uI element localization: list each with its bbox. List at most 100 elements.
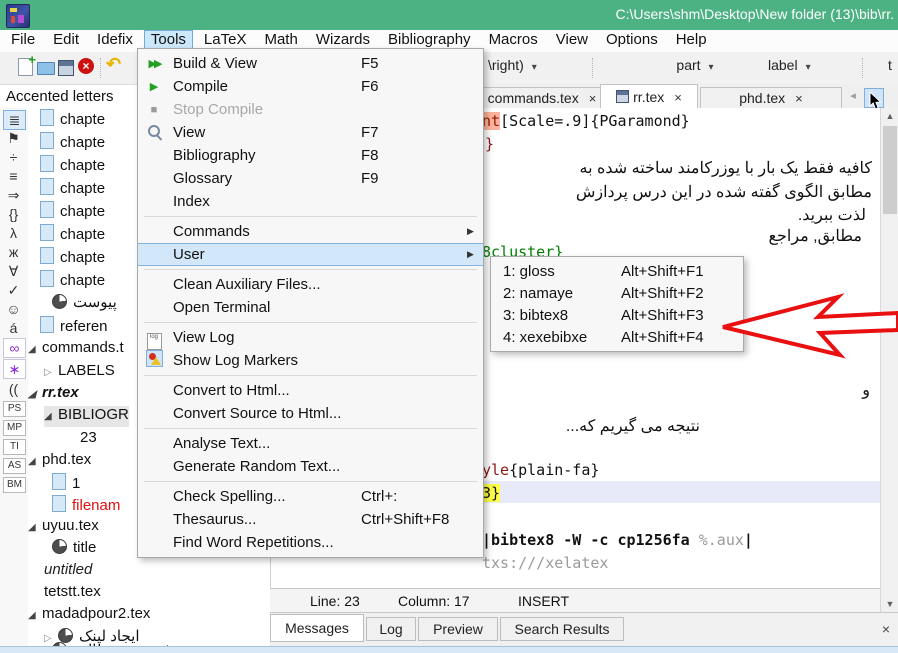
- bm-panel-icon[interactable]: BM: [3, 477, 26, 493]
- menu-math[interactable]: Math: [257, 30, 304, 49]
- expander-open-icon[interactable]: ◢: [28, 344, 42, 355]
- menu-macros[interactable]: Macros: [482, 30, 545, 49]
- arrow-symbol-icon[interactable]: ⇒: [3, 186, 24, 204]
- menu-latex[interactable]: LaTeX: [197, 30, 254, 49]
- tree-item-chapter[interactable]: chapte: [40, 155, 105, 176]
- close-icon[interactable]: ×: [674, 90, 682, 105]
- tree-item-chapter[interactable]: chapte: [40, 201, 105, 222]
- tab-rr-tex[interactable]: rr.tex×: [600, 84, 698, 109]
- tree-item-references[interactable]: referen: [40, 316, 108, 337]
- smiley-symbol-icon[interactable]: ☺: [3, 300, 24, 318]
- menu-item-glossary[interactable]: GlossaryF9: [138, 167, 483, 190]
- menu-item-compile[interactable]: ▶CompileF6: [138, 75, 483, 98]
- expander-open-icon[interactable]: ◢: [28, 522, 42, 533]
- tree-item-rr-tex[interactable]: ◢rr.tex: [28, 384, 79, 405]
- lines-symbol-icon[interactable]: ≡: [3, 167, 24, 185]
- tree-item-tetstt-tex[interactable]: tetstt.tex: [44, 583, 101, 604]
- structure-icon[interactable]: ≣: [3, 110, 26, 130]
- sectioning-combo[interactable]: part▾: [640, 57, 750, 79]
- asterisk-symbol-icon[interactable]: ∗: [3, 359, 26, 379]
- cyrillic-symbol-icon[interactable]: ж: [3, 243, 24, 261]
- tree-item-madadpour2-tex[interactable]: ◢madadpour2.tex: [28, 605, 150, 626]
- scroll-down-icon[interactable]: ▼: [881, 596, 898, 612]
- close-panel-icon[interactable]: ×: [882, 621, 890, 637]
- expander-open-icon[interactable]: ◢: [44, 411, 58, 422]
- expander-open-icon[interactable]: ◢: [28, 456, 42, 467]
- braces-symbol-icon[interactable]: {}: [3, 205, 24, 223]
- tree-item-filename[interactable]: filenam: [52, 495, 120, 516]
- menu-item-view[interactable]: ViewF7: [138, 121, 483, 144]
- tab-commands-tex[interactable]: commands.tex×: [482, 87, 602, 108]
- new-file-icon[interactable]: [18, 58, 33, 76]
- scroll-up-icon[interactable]: ▲: [881, 108, 898, 124]
- undo-icon[interactable]: ↶: [106, 54, 124, 72]
- menu-bibliography[interactable]: Bibliography: [381, 30, 478, 49]
- tree-item-chapter[interactable]: chapte: [40, 109, 105, 130]
- menu-wizards[interactable]: Wizards: [309, 30, 377, 49]
- menu-item-show-log-markers[interactable]: Show Log Markers: [138, 349, 483, 372]
- menu-item-clean-auxiliary[interactable]: Clean Auxiliary Files...: [138, 273, 483, 296]
- menu-options[interactable]: Options: [599, 30, 665, 49]
- math-delimiter-combo[interactable]: \right)▾: [488, 57, 580, 79]
- menu-view[interactable]: View: [549, 30, 595, 49]
- menu-item-user[interactable]: User▶: [138, 243, 483, 266]
- tree-item-bibliography[interactable]: ◢BIBLIOGR: [44, 406, 129, 427]
- mp-panel-icon[interactable]: MP: [3, 420, 26, 436]
- bottom-tab-preview[interactable]: Preview: [418, 617, 498, 641]
- tab-scroll-left-icon[interactable]: ◂: [844, 88, 862, 106]
- menu-item-generate-random-text[interactable]: Generate Random Text...: [138, 455, 483, 478]
- menu-item-analyse-text[interactable]: Analyse Text...: [138, 432, 483, 455]
- close-icon[interactable]: ×: [795, 91, 803, 106]
- menu-item-view-log[interactable]: logView Log: [138, 326, 483, 349]
- menu-item-convert-source-html[interactable]: Convert Source to Html...: [138, 402, 483, 425]
- tree-item-uyuu-tex[interactable]: ◢uyuu.tex: [28, 517, 99, 538]
- infinity-symbol-icon[interactable]: ∞: [3, 338, 26, 358]
- menu-item-open-terminal[interactable]: Open Terminal: [138, 296, 483, 319]
- menu-item-convert-html[interactable]: Convert to Html...: [138, 379, 483, 402]
- menu-item-find-word-repetitions[interactable]: Find Word Repetitions...: [138, 531, 483, 554]
- menu-item-thesaurus[interactable]: Thesaurus...Ctrl+Shift+F8: [138, 508, 483, 531]
- bookmark-icon[interactable]: ⚑: [3, 129, 24, 147]
- tree-item-chapter[interactable]: chapte: [40, 270, 105, 291]
- divide-symbol-icon[interactable]: ÷: [3, 148, 24, 166]
- tree-item-title[interactable]: title: [52, 539, 96, 560]
- menu-item-bibliography[interactable]: BibliographyF8: [138, 144, 483, 167]
- menu-edit[interactable]: Edit: [46, 30, 86, 49]
- check-symbol-icon[interactable]: ✓: [3, 281, 24, 299]
- menu-item-check-spelling[interactable]: Check Spelling...Ctrl+:: [138, 485, 483, 508]
- expander-closed-icon[interactable]: ▷: [44, 367, 58, 378]
- menu-item-commands[interactable]: Commands▶: [138, 220, 483, 243]
- label-combo[interactable]: label▾: [768, 57, 848, 79]
- tree-item-23[interactable]: 23: [80, 429, 97, 450]
- menu-item-build-view[interactable]: ▶▶Build & ViewF5: [138, 52, 483, 75]
- menu-item-index[interactable]: Index: [138, 190, 483, 213]
- close-icon[interactable]: ×: [589, 91, 597, 106]
- menu-idefix[interactable]: Idefix: [90, 30, 140, 49]
- as-panel-icon[interactable]: AS: [3, 458, 26, 474]
- tree-item-chapter[interactable]: chapte: [40, 247, 105, 268]
- menu-help[interactable]: Help: [669, 30, 714, 49]
- lambda-symbol-icon[interactable]: λ: [3, 224, 24, 242]
- bottom-tab-log[interactable]: Log: [366, 617, 416, 641]
- tab-phd-tex[interactable]: phd.tex×: [700, 87, 842, 108]
- tree-item-commands-tex[interactable]: ◢commands.t: [28, 339, 124, 360]
- open-file-icon[interactable]: [37, 62, 55, 75]
- truncated-combo[interactable]: t: [888, 57, 892, 79]
- save-icon[interactable]: [58, 60, 74, 76]
- bottom-tab-messages[interactable]: Messages: [270, 614, 364, 642]
- tree-item-chapter[interactable]: chapte: [40, 132, 105, 153]
- menu-tools[interactable]: Tools: [144, 30, 193, 49]
- tree-item-phd-tex[interactable]: ◢phd.tex: [28, 451, 91, 472]
- expander-open-icon[interactable]: ◢: [28, 389, 42, 400]
- expander-open-icon[interactable]: ◢: [28, 610, 42, 621]
- scrollbar-thumb[interactable]: [883, 126, 897, 214]
- tree-item-untitled[interactable]: untitled: [44, 561, 92, 582]
- ti-panel-icon[interactable]: TI: [3, 439, 26, 455]
- menu-file[interactable]: File: [4, 30, 42, 49]
- ps-panel-icon[interactable]: PS: [3, 401, 26, 417]
- forall-symbol-icon[interactable]: ∀: [3, 262, 24, 280]
- brackets-symbol-icon[interactable]: ((: [3, 380, 24, 398]
- tree-item-chapter[interactable]: chapte: [40, 224, 105, 245]
- bottom-tab-search-results[interactable]: Search Results: [500, 617, 624, 641]
- tree-item-labels[interactable]: ▷LABELS: [44, 362, 115, 383]
